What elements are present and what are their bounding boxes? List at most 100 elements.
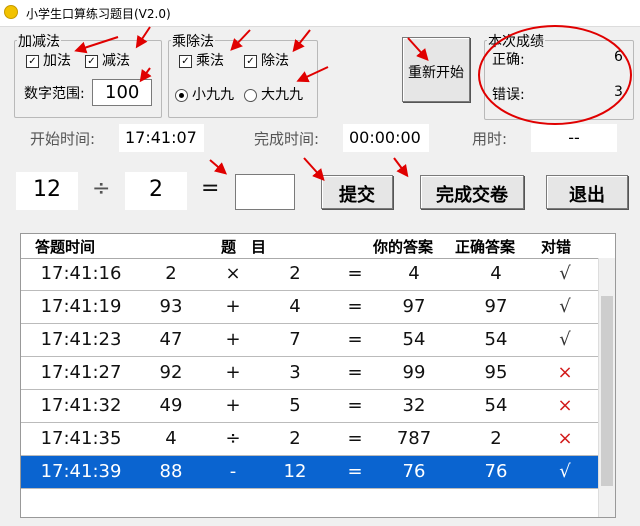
cell-mark: × xyxy=(557,395,573,416)
annotation-arrow xyxy=(303,157,325,181)
range-input[interactable]: 100 xyxy=(92,79,152,106)
cell-time: 17:41:39 xyxy=(40,461,122,482)
cell-a: 47 xyxy=(159,329,183,350)
cell-ans: 32 xyxy=(402,395,426,416)
cell-ans: 76 xyxy=(402,461,426,482)
app-icon xyxy=(4,5,18,19)
wrong-label: 错误: xyxy=(492,87,525,103)
vertical-scrollbar[interactable] xyxy=(598,258,615,517)
results-table[interactable]: 答题时间 题 目 你的答案 正确答案 对错 17:41:16 2 × 2 = 4 4 √ 17:… xyxy=(20,233,616,518)
add-checkbox-label: 加法 xyxy=(43,53,71,69)
correct-label: 正确: xyxy=(492,52,525,68)
answer-input[interactable] xyxy=(235,174,295,210)
table-row[interactable]: 17:41:19 93 +4 = 97 97 √ xyxy=(21,291,599,324)
table-row[interactable]: 17:41:39 88 - 12 = 76 76 √ xyxy=(21,456,599,489)
exit-button[interactable]: 退出 xyxy=(546,175,628,209)
cell-op: - xyxy=(229,461,237,482)
range-input-value: 100 xyxy=(105,82,140,103)
big-nine-label: 大九九 xyxy=(261,87,303,103)
cell-op: × xyxy=(225,263,241,284)
sub-checkbox[interactable]: ✓ 减法 xyxy=(85,50,130,70)
sub-checkbox-mark[interactable]: ✓ xyxy=(85,54,98,68)
finish-time-field: 00:00:00 xyxy=(343,124,429,152)
used-time-label: 用时: xyxy=(472,130,508,148)
small-nine-radio-dot[interactable] xyxy=(175,88,188,102)
cell-correct: 54 xyxy=(484,329,508,350)
cell-mark: √ xyxy=(559,263,571,284)
big-nine-radio[interactable]: 大九九 xyxy=(244,84,303,104)
cell-correct: 97 xyxy=(484,296,508,317)
addsub-group-title: 加减法 xyxy=(17,31,61,51)
start-time-field: 17:41:07 xyxy=(119,124,204,152)
scrollbar-thumb[interactable] xyxy=(601,296,613,486)
cell-ans: 54 xyxy=(402,329,426,350)
used-time-field: -- xyxy=(531,124,617,152)
cell-eq: = xyxy=(347,329,363,350)
cell-ans: 787 xyxy=(396,428,432,449)
window-title: 小学生口算练习题目(V2.0) xyxy=(26,7,171,21)
mul-checkbox[interactable]: ✓ 乘法 xyxy=(179,50,224,70)
cell-b: 2 xyxy=(289,263,301,284)
big-nine-radio-dot[interactable] xyxy=(244,88,257,102)
div-checkbox-mark[interactable]: ✓ xyxy=(244,54,257,68)
finish-exam-button-label: 完成交卷 xyxy=(436,185,508,206)
cell-mark: √ xyxy=(559,461,571,482)
cell-eq: = xyxy=(347,428,363,449)
cell-correct: 2 xyxy=(490,428,502,449)
sub-checkbox-label: 减法 xyxy=(102,53,130,69)
div-checkbox[interactable]: ✓ 除法 xyxy=(244,50,289,70)
cell-a: 93 xyxy=(159,296,183,317)
question-equals: = xyxy=(201,176,220,201)
table-row[interactable]: 17:41:16 2 × 2 = 4 4 √ xyxy=(21,258,599,291)
cell-mark: × xyxy=(557,428,573,449)
finish-time-label: 完成时间: xyxy=(254,130,320,148)
cell-a: 49 xyxy=(159,395,183,416)
cell-eq: = xyxy=(347,362,363,383)
range-label: 数字范围: xyxy=(24,86,85,102)
add-checkbox-mark[interactable]: ✓ xyxy=(26,54,39,68)
muldiv-group-title: 乘除法 xyxy=(171,31,215,51)
restart-button-label: 重新开始 xyxy=(408,65,464,81)
cell-op: + xyxy=(225,296,241,317)
table-row[interactable]: 17:41:27 92 +3 = 99 95 × xyxy=(21,357,599,390)
cell-a: 92 xyxy=(159,362,183,383)
cell-time: 17:41:23 xyxy=(40,329,122,350)
cell-a: 88 xyxy=(159,461,183,482)
small-nine-radio[interactable]: 小九九 xyxy=(175,84,234,104)
used-time-value: -- xyxy=(568,128,580,147)
annotation-arrow xyxy=(209,159,228,175)
submit-button[interactable]: 提交 xyxy=(321,175,393,209)
table-row[interactable]: 17:41:23 47 +7 = 54 54 √ xyxy=(21,324,599,357)
cell-op: ÷ xyxy=(225,428,241,449)
cell-b: 3 xyxy=(289,362,301,383)
annotation-arrow xyxy=(393,157,409,178)
cell-time: 17:41:32 xyxy=(40,395,122,416)
cell-b: 12 xyxy=(283,461,307,482)
cell-op: + xyxy=(225,362,241,383)
add-checkbox[interactable]: ✓ 加法 xyxy=(26,50,71,70)
restart-button[interactable]: 重新开始 xyxy=(402,37,470,102)
start-time-value: 17:41:07 xyxy=(125,128,197,147)
operand-a-field: 12 xyxy=(16,172,78,210)
table-row[interactable]: 17:41:32 49 +5 = 32 54 × xyxy=(21,390,599,423)
score-group-title: 本次成绩 xyxy=(487,31,545,51)
cell-b: 7 xyxy=(289,329,301,350)
cell-mark: √ xyxy=(559,329,571,350)
div-checkbox-label: 除法 xyxy=(261,53,289,69)
operand-b: 2 xyxy=(149,177,163,202)
table-row[interactable]: 17:41:35 4 ÷ 2 = 787 2 × xyxy=(21,423,599,456)
cell-op: + xyxy=(225,329,241,350)
submit-button-label: 提交 xyxy=(339,185,375,206)
mul-checkbox-label: 乘法 xyxy=(196,53,224,69)
mul-checkbox-mark[interactable]: ✓ xyxy=(179,54,192,68)
cell-correct: 76 xyxy=(484,461,508,482)
cell-b: 2 xyxy=(289,428,301,449)
operand-b-field: 2 xyxy=(125,172,187,210)
finish-exam-button[interactable]: 完成交卷 xyxy=(420,175,524,209)
operand-a: 12 xyxy=(33,177,61,202)
cell-ans: 97 xyxy=(402,296,426,317)
table-header: 答题时间 题 目 你的答案 正确答案 对错 xyxy=(21,234,615,259)
cell-eq: = xyxy=(347,296,363,317)
cell-time: 17:41:27 xyxy=(40,362,122,383)
cell-a: 4 xyxy=(165,428,177,449)
